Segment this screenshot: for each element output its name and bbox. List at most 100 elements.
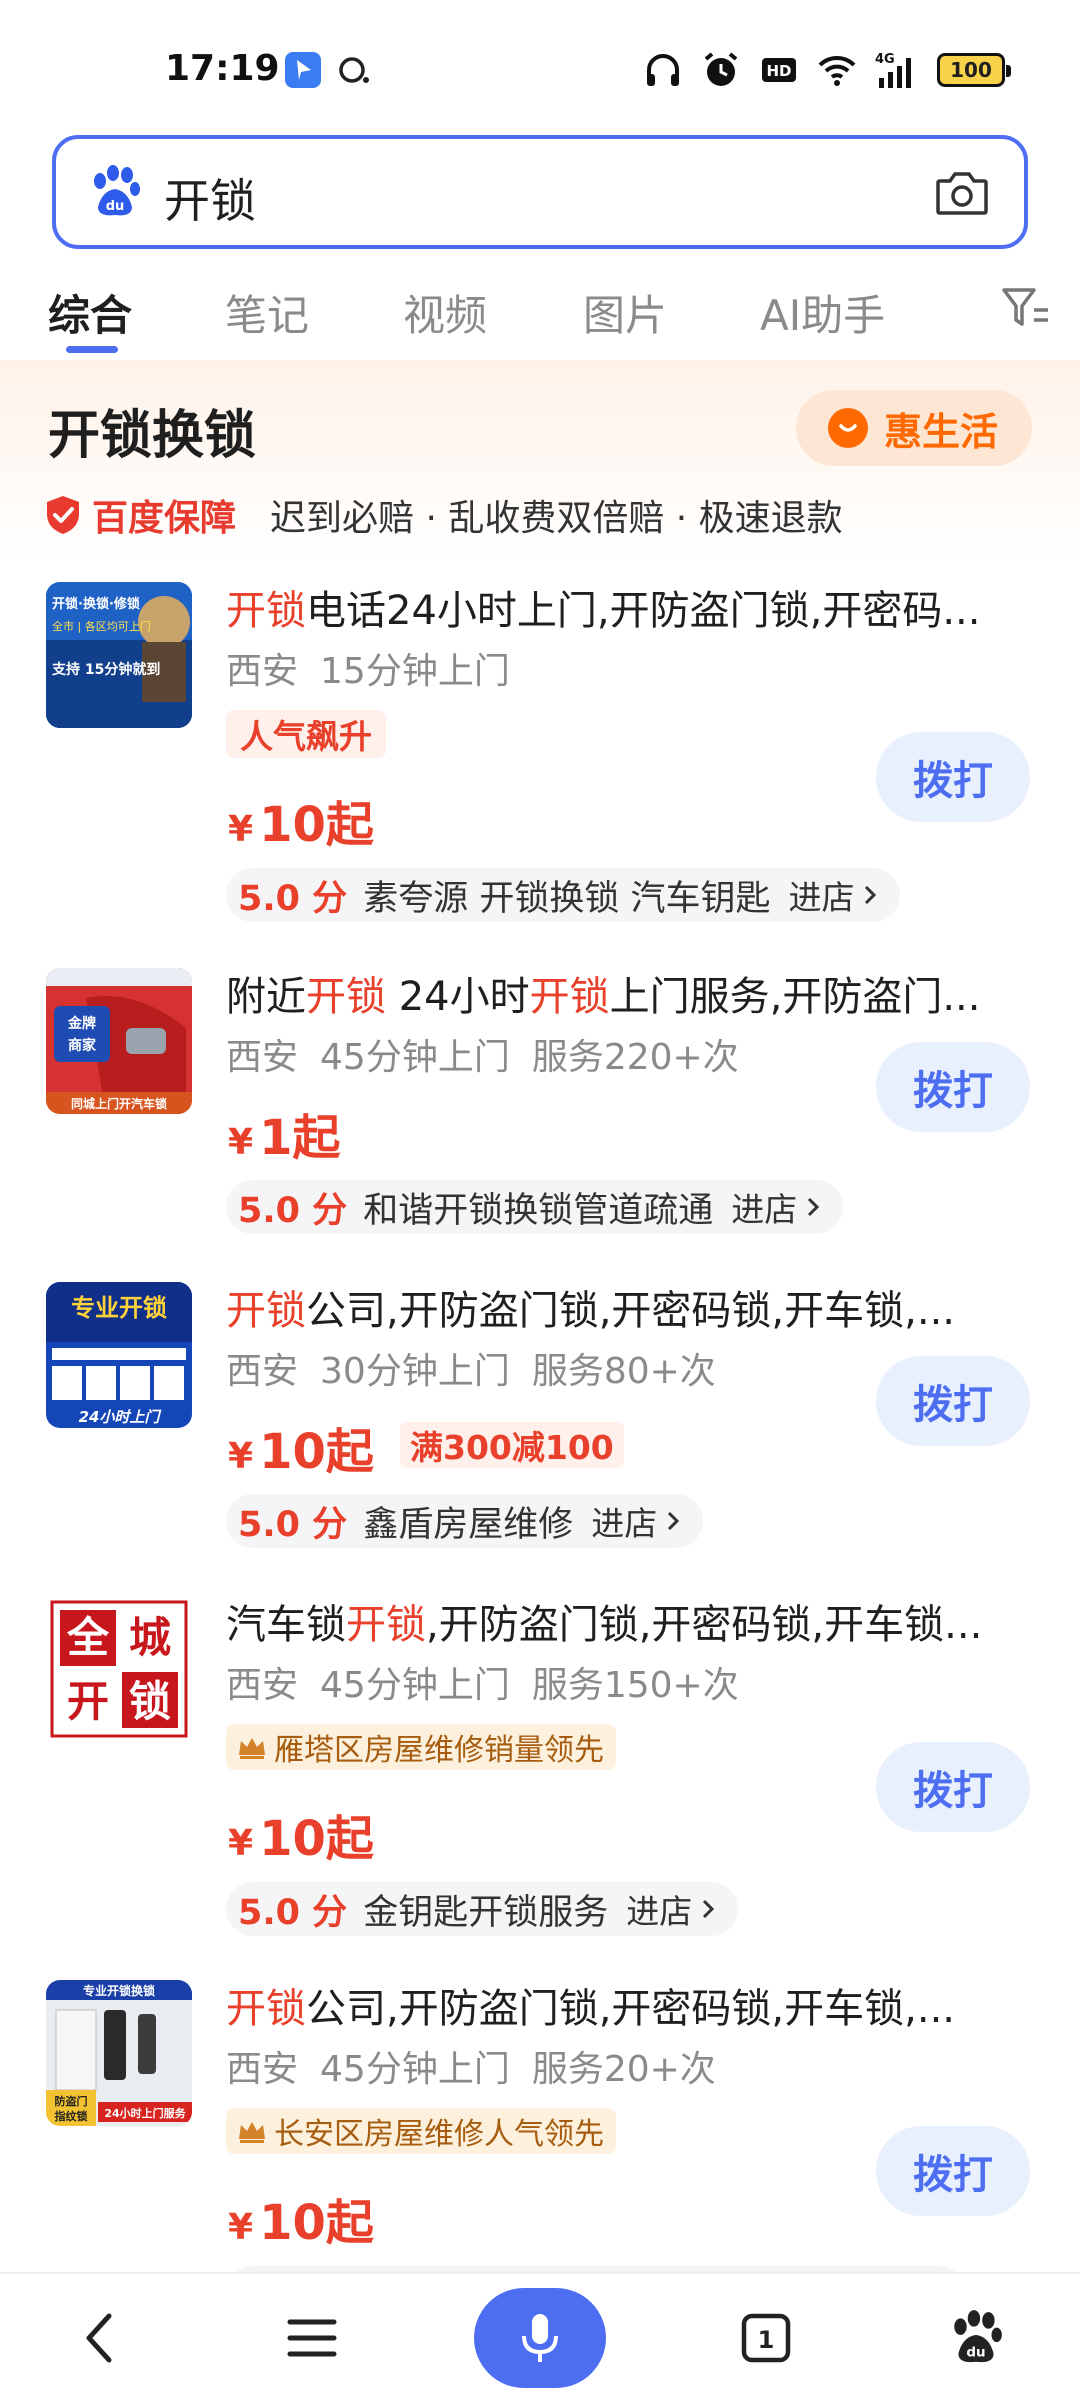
listing-price: ¥10起 [228,2183,374,2253]
listing-price: ¥1起 [228,1098,340,1168]
thumb-text: 专业开锁 [71,1294,167,1322]
tab-ai-assistant[interactable]: AI助手 [760,282,885,343]
listing-title[interactable]: 开锁公司,开防盗门锁,开密码锁,开车锁,... [226,1980,1026,2034]
back-icon[interactable] [54,2292,146,2384]
thumb-text: 城 [129,1613,171,1662]
title-text: 电话24小时上门,开防盗门锁,开密码... [306,588,981,634]
enter-store-label: 进店 [731,1190,798,1229]
camera-icon[interactable] [934,167,990,219]
ranking-tag: 雁塔区房屋维修销量领先 [226,1724,616,1770]
listing-meta: 西安 45分钟上门 服务150+次 [226,1656,739,1708]
price-amount: 10起 [259,1811,374,1867]
hui-life-label: 惠生活 [883,409,998,454]
svg-text:du: du [106,199,125,214]
call-button[interactable]: 拨打 [876,1042,1030,1132]
search-input[interactable]: 开锁 [164,165,256,231]
listing-thumbnail[interactable]: 全 城 开 锁 [46,1596,192,1742]
price-currency: ¥ [228,1823,254,1864]
listing-price: ¥10起 [228,1799,374,1869]
store-link[interactable]: 5.0 分 鑫盾房屋维修 进店 [226,1494,704,1548]
listing-item[interactable]: 金牌 商家 同城上门开汽车锁 附近开锁 24小时开锁上门服务,开防盗门... 西… [0,968,1080,1248]
card-title: 开锁换锁 [48,406,257,466]
call-button[interactable]: 拨打 [876,1742,1030,1832]
thumb-text: 专业开锁换锁 [83,1983,155,1998]
listing-city: 西安 [226,1665,299,1706]
crown-icon [239,1738,265,1759]
thumb-text: 24小时上门服务 [104,2106,186,2120]
title-highlight: 开锁 [306,974,386,1020]
thumb-text: 防盗门 [55,2094,88,2108]
tab-images[interactable]: 图片 [583,282,667,343]
status-icons: HD 4G 100 [643,50,1011,90]
voice-search-button[interactable] [474,2288,606,2388]
tabs-icon[interactable]: 1 [720,2292,812,2384]
shield-check-icon [47,496,79,534]
thumb-text: 商家 [68,1037,97,1054]
listing-eta: 30分钟上门 [320,1351,510,1392]
guarantee-terms: 迟到必赔 · 乱收费双倍赔 · 极速退款 [270,498,843,539]
listing-item[interactable]: 专业开锁换锁 防盗门 指纹锁 24小时上门服务 开锁公司,开防盗门锁,开密码锁,… [0,1980,1080,2272]
price-amount: 10起 [259,797,374,853]
call-button[interactable]: 拨打 [876,1356,1030,1446]
listing-item[interactable]: 开锁·换锁·修锁 全市 | 各区均可上门 支持 15分钟就到 开锁电话24小时上… [0,582,1080,922]
listing-title[interactable]: 附近开锁 24小时开锁上门服务,开防盗门... [226,964,1026,1022]
search-tabs: 综合 笔记 视频 图片 AI助手 [0,270,1080,356]
crown-icon [239,2122,265,2143]
bottom-nav: 1 du [0,2272,1080,2400]
headphones-icon [647,54,679,86]
tab-videos[interactable]: 视频 [403,282,487,343]
battery-icon: 100 [937,53,1011,87]
filter-icon[interactable] [1000,284,1050,332]
price-amount: 10起 [259,2195,374,2251]
listing-thumbnail[interactable]: 专业开锁 24小时上门 [46,1282,192,1428]
thumb-text: 全 [66,1613,110,1662]
store-link[interactable]: 5.0 分 金钥匙开锁服务 进店 [226,1882,739,1936]
listing-title[interactable]: 汽车锁开锁,开防盗门锁,开密码锁,开车锁... [226,1592,1026,1650]
thumb-text: 开 [67,1677,109,1726]
listing-title[interactable]: 开锁电话24小时上门,开防盗门锁,开密码... [226,578,1026,636]
enter-store-label: 进店 [626,1892,693,1931]
thumb-text: 金牌 [67,1015,96,1032]
listing-eta: 15分钟上门 [320,651,510,692]
listing-item[interactable]: 专业开锁 24小时上门 开锁公司,开防盗门锁,开密码锁,开车锁,... 西安 30… [0,1282,1080,1562]
ranking-tag: 长安区房屋维修人气领先 [226,2108,616,2154]
listing-thumbnail[interactable]: 专业开锁换锁 防盗门 指纹锁 24小时上门服务 [46,1980,192,2126]
signal-icon: 4G [875,52,911,88]
store-link[interactable]: 5.0 分 素夸源 开锁换锁 汽车钥匙 进店 [226,868,901,922]
tab-notes[interactable]: 笔记 [225,282,309,343]
guarantee-brand: 百度保障 [92,498,237,539]
menu-icon[interactable] [266,2292,358,2384]
listing-thumbnail[interactable]: 金牌 商家 同城上门开汽车锁 [46,968,192,1114]
title-highlight: 开锁 [226,1986,306,2032]
baidu-paw-icon: du [94,165,140,216]
active-tab-indicator [66,346,118,353]
tab-all[interactable]: 综合 [48,282,132,343]
store-score: 5.0 分 [238,1892,348,1933]
call-button[interactable]: 拨打 [876,2126,1030,2216]
thumb-text: 锁 [129,1677,171,1726]
title-text: 公司,开防盗门锁,开密码锁,开车锁,... [306,1986,956,2032]
hui-life-button[interactable]: 惠生活 [795,390,1032,466]
listing-meta: 西安 30分钟上门 服务80+次 [226,1342,716,1394]
alarm-icon [704,52,738,86]
mic-icon [522,2314,558,2362]
listing-city: 西安 [226,1037,299,1078]
guarantee-row[interactable]: 百度保障 迟到必赔 · 乱收费双倍赔 · 极速退款 [44,490,843,540]
battery-level: 100 [950,58,992,82]
listing-item[interactable]: 全 城 开 锁 汽车锁开锁,开防盗门锁,开密码锁,开车锁... 西安 45分钟上门… [0,1596,1080,1936]
call-button[interactable]: 拨打 [876,732,1030,822]
listing-thumbnail[interactable]: 开锁·换锁·修锁 全市 | 各区均可上门 支持 15分钟就到 [46,582,192,728]
chevron-right-icon [865,885,877,905]
tab-count: 1 [758,2326,775,2354]
thumb-text: 支持 15分钟就到 [51,661,160,678]
store-link[interactable]: 5.0 分 和谐开锁换锁管道疏通 进店 [226,1180,844,1234]
listing-eta: 45分钟上门 [320,1665,510,1706]
listing-title[interactable]: 开锁公司,开防盗门锁,开密码锁,开车锁,... [226,1278,1026,1336]
search-box[interactable]: du 开锁 [52,135,1028,249]
thumb-text: 指纹锁 [55,2109,88,2123]
baidu-home-icon[interactable]: du [930,2292,1022,2384]
store-score: 5.0 分 [238,1190,348,1231]
title-highlight: 开锁 [529,974,610,1020]
listing-meta: 西安 15分钟上门 [226,642,510,694]
chevron-right-icon [703,1899,715,1919]
